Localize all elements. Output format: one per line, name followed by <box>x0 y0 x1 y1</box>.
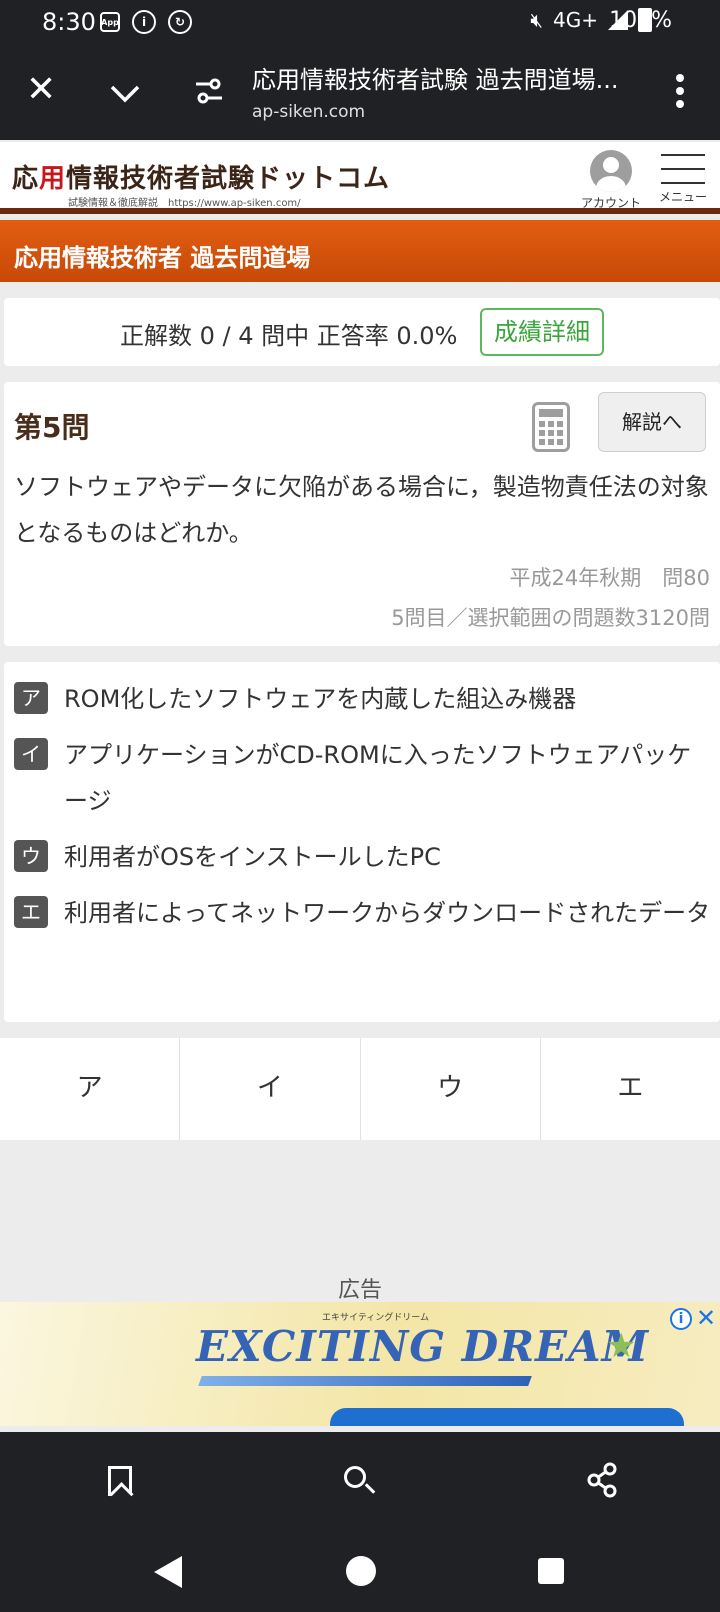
score-details-button[interactable]: 成績詳細 <box>480 308 604 356</box>
choice-a: ア ROM化したソフトウェアを内蔵した組込み機器 <box>14 676 714 722</box>
status-bar: 8:30 App i ↻ 🔇︎ 4G+ 100% <box>0 0 720 44</box>
search-icon[interactable] <box>344 1466 366 1488</box>
answer-button-a[interactable]: ア <box>0 1038 181 1140</box>
info-notification-icon: i <box>132 10 156 34</box>
choice-badge: ア <box>14 682 48 714</box>
status-notification-icons: App i ↻ <box>100 10 192 34</box>
hamburger-icon <box>661 154 705 184</box>
choice-text: ROM化したソフトウェアを内蔵した組込み機器 <box>64 685 577 713</box>
calculator-icon[interactable] <box>532 402 570 452</box>
menu-button[interactable]: メニュー <box>652 154 714 205</box>
ad-banner[interactable]: エキサイティングドリーム EXCITING DREAM ★ i ✕ <box>0 1302 720 1426</box>
choice-text: 利用者がOSをインストールしたPC <box>64 843 441 871</box>
recent-apps-icon[interactable] <box>538 1558 564 1584</box>
bookmark-icon[interactable] <box>108 1466 132 1496</box>
choice-badge: エ <box>14 896 48 928</box>
score-card: 正解数 0 / 4 問中 正答率 0.0% 成績詳細 <box>4 298 720 366</box>
choice-e: エ 利用者によってネットワークからダウンロードされたデータ <box>14 890 714 936</box>
site-settings-icon[interactable] <box>194 76 224 106</box>
ad-stripe <box>198 1376 532 1386</box>
network-type: 4G+ <box>553 8 598 32</box>
explanation-button[interactable]: 解説へ <box>598 392 706 452</box>
score-summary: 正解数 0 / 4 問中 正答率 0.0% <box>120 322 458 350</box>
ad-close-icon[interactable]: ✕ <box>696 1304 716 1332</box>
ad-brand: EXCITING DREAM <box>196 1322 650 1371</box>
chevron-down-icon[interactable] <box>108 76 142 110</box>
site-logo[interactable]: 応用情報技術者試験ドットコム <box>12 158 390 195</box>
ad-label: 広告 <box>337 1278 382 1303</box>
choices-card: ア ROM化したソフトウェアを内蔵した組込み機器 イ アプリケーションがCD-R… <box>4 662 720 1022</box>
bottom-toolbar <box>0 1432 720 1532</box>
choice-text: アプリケーションがCD-ROMに入ったソフトウェアパッケージ <box>64 741 692 815</box>
more-options-icon[interactable] <box>676 74 684 108</box>
logo-subtitle: 試験情報＆徹底解説 https://www.ap-siken.com/ <box>68 198 301 209</box>
status-time: 8:30 <box>42 8 96 36</box>
home-icon[interactable] <box>346 1556 376 1586</box>
battery-level: 100% <box>609 8 672 33</box>
answer-button-u[interactable]: ウ <box>361 1038 541 1140</box>
ad-info-icon[interactable]: i <box>670 1308 692 1330</box>
question-title: 第5問 <box>14 411 90 444</box>
choice-badge: ウ <box>14 840 48 872</box>
close-icon[interactable]: ✕ <box>26 72 56 108</box>
system-nav-bar <box>0 1532 720 1612</box>
question-count: 5問目／選択範囲の問題数3120問 <box>391 606 710 630</box>
sync-notification-icon: ↻ <box>168 10 192 34</box>
star-icon: ★ <box>606 1326 637 1366</box>
account-icon <box>590 150 632 192</box>
ad-cta-button[interactable] <box>330 1408 684 1426</box>
account-button[interactable]: アカウント <box>578 150 644 211</box>
back-icon[interactable] <box>154 1556 182 1588</box>
answer-button-e[interactable]: エ <box>541 1038 720 1140</box>
page-title[interactable]: 応用情報技術者試験 過去問道場... <box>252 60 652 95</box>
choice-u: ウ 利用者がOSをインストールしたPC <box>14 834 714 880</box>
answer-buttons: ア イ ウ エ <box>0 1038 720 1140</box>
logo-prefix: 応 <box>12 164 40 194</box>
logo-rest: 情報技術者試験ドットコム <box>66 164 391 194</box>
site-header: 応用情報技術者試験ドットコム 試験情報＆徹底解説 https://www.ap-… <box>0 142 720 214</box>
choice-badge: イ <box>14 738 48 770</box>
share-icon[interactable] <box>586 1462 618 1498</box>
account-label: アカウント <box>580 196 641 210</box>
section-title: 応用情報技術者 過去問道場 <box>0 220 720 282</box>
question-text: ソフトウェアやデータに欠陥がある場合に，製造物責任法の対象となるものはどれか。 <box>14 473 709 547</box>
browser-toolbar: ✕ 応用情報技術者試験 過去問道場... ap-siken.com <box>0 44 720 140</box>
question-card: 第5問 解説へ ソフトウェアやデータに欠陥がある場合に，製造物責任法の対象となる… <box>4 382 720 646</box>
app-notification-icon: App <box>100 12 120 32</box>
choice-text: 利用者によってネットワークからダウンロードされたデータ <box>64 899 711 927</box>
menu-label: メニュー <box>658 190 707 204</box>
logo-red-char: 用 <box>39 164 67 194</box>
mute-icon: 🔇︎ <box>530 8 544 32</box>
page-url[interactable]: ap-siken.com <box>252 102 365 122</box>
answer-button-i[interactable]: イ <box>180 1038 361 1140</box>
question-source: 平成24年秋期 問80 <box>509 566 710 590</box>
choice-i: イ アプリケーションがCD-ROMに入ったソフトウェアパッケージ <box>14 732 714 824</box>
